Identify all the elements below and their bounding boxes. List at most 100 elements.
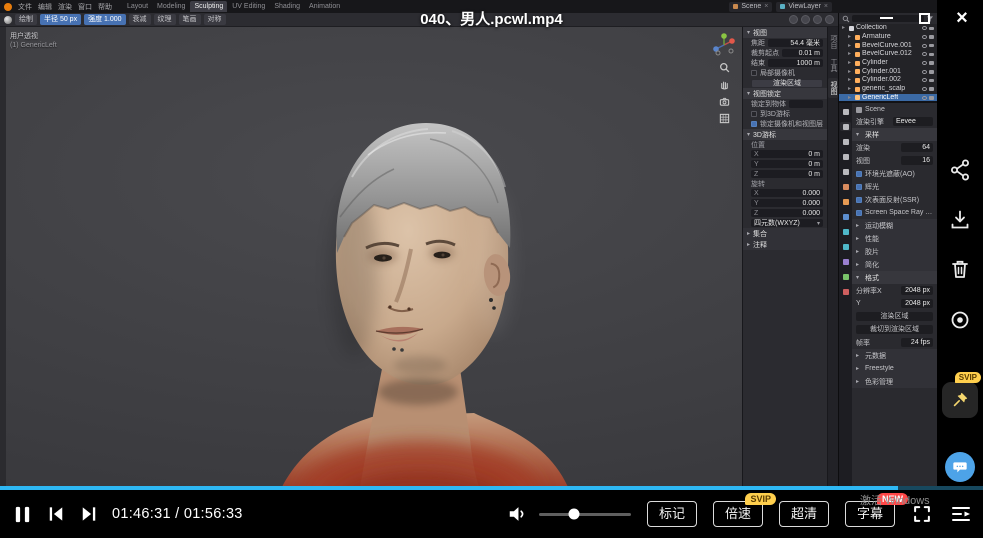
- axis-field-row[interactable]: Y0 m: [743, 159, 827, 169]
- field-value[interactable]: 0.01 m: [782, 49, 823, 57]
- rendered-shading-icon[interactable]: [825, 15, 834, 24]
- disclosure-icon[interactable]: [856, 352, 862, 359]
- axis-field[interactable]: Y0 m: [751, 160, 823, 168]
- property-row[interactable]: Y 2048 px: [852, 297, 937, 310]
- disclosure-icon[interactable]: [856, 261, 862, 268]
- camera-toggle-icon[interactable]: [929, 53, 934, 57]
- local-camera-checkbox[interactable]: [751, 70, 757, 76]
- axis-field[interactable]: X0.000: [751, 189, 823, 197]
- workspace-tab[interactable]: Sculpting: [190, 1, 227, 12]
- outliner-row[interactable]: ▸ Armature: [839, 33, 937, 42]
- property-row[interactable]: 性能: [852, 232, 937, 245]
- eye-icon[interactable]: [922, 96, 927, 100]
- axis-field[interactable]: Z0 m: [751, 170, 823, 178]
- tool-option-chip[interactable]: 纹理: [154, 14, 176, 25]
- eye-icon[interactable]: [922, 44, 927, 48]
- property-value[interactable]: 2048 px: [901, 299, 933, 308]
- axis-field-row[interactable]: Y0.000: [743, 198, 827, 208]
- collapsed-section[interactable]: ▸ 集合: [743, 228, 827, 239]
- workspace-tab[interactable]: UV Editing: [228, 1, 269, 12]
- previous-button[interactable]: [46, 504, 66, 524]
- axis-field-row[interactable]: Z0 m: [743, 169, 827, 179]
- pan-hand-icon[interactable]: [719, 79, 730, 90]
- expand-icon[interactable]: ▸: [848, 85, 853, 93]
- axis-field-row[interactable]: X0 m: [743, 149, 827, 159]
- npanel-viewlock-section[interactable]: ▾ 视图锁定: [743, 88, 827, 99]
- menu-item[interactable]: 帮助: [98, 2, 112, 12]
- tab-output-properties[interactable]: [840, 137, 851, 146]
- axis-field-row[interactable]: Z0.000: [743, 208, 827, 218]
- property-row[interactable]: 运动模糊: [852, 219, 937, 232]
- property-row[interactable]: 色彩管理: [852, 375, 937, 388]
- property-row[interactable]: 视图 16: [852, 154, 937, 167]
- property-row[interactable]: 元数据: [852, 349, 937, 362]
- download-icon[interactable]: [948, 208, 972, 232]
- expand-icon[interactable]: ▸: [848, 59, 853, 67]
- tab-scene[interactable]: [840, 167, 851, 176]
- property-row[interactable]: 环境光遮蔽(AO): [852, 167, 937, 180]
- expand-icon[interactable]: ▸: [842, 24, 847, 32]
- brush-radius-field[interactable]: 半径 50 px: [40, 14, 81, 25]
- disclosure-icon[interactable]: [856, 131, 862, 138]
- n-panel-tab[interactable]: 视图: [828, 78, 838, 98]
- camera-toggle-icon[interactable]: [929, 96, 934, 100]
- disclosure-icon[interactable]: [856, 378, 862, 385]
- axis-field[interactable]: Z0.000: [751, 209, 823, 217]
- tab-modifiers[interactable]: [840, 212, 851, 221]
- tool-option-chip[interactable]: 衰减: [129, 14, 151, 25]
- property-row[interactable]: 格式: [852, 271, 937, 284]
- menu-item[interactable]: 窗口: [78, 2, 92, 12]
- expand-icon[interactable]: ▸: [848, 76, 853, 84]
- disclosure-icon[interactable]: [856, 248, 862, 255]
- checkbox[interactable]: [856, 197, 862, 203]
- quality-button[interactable]: 超清: [779, 501, 829, 527]
- unlink-icon[interactable]: ×: [824, 3, 828, 10]
- camera-toggle-icon[interactable]: [929, 61, 934, 65]
- share-icon[interactable]: [948, 158, 972, 182]
- record-icon[interactable]: [948, 308, 972, 332]
- trash-icon[interactable]: [948, 257, 972, 281]
- disclosure-icon[interactable]: [856, 274, 862, 281]
- workspace-tab[interactable]: Animation: [305, 1, 344, 12]
- expand-icon[interactable]: ▸: [848, 94, 853, 101]
- tab-physics[interactable]: [840, 242, 851, 251]
- property-row[interactable]: 简化: [852, 258, 937, 271]
- checkbox[interactable]: [856, 171, 862, 177]
- disclosure-icon[interactable]: [856, 222, 862, 229]
- outliner-row[interactable]: ▸ generic_scalp: [839, 85, 937, 94]
- property-row[interactable]: 渲染区域: [852, 310, 937, 323]
- axis-field-row[interactable]: X0.000: [743, 188, 827, 198]
- tab-object[interactable]: [840, 197, 851, 206]
- engine-dropdown[interactable]: Eevee: [893, 117, 933, 126]
- camera-toggle-icon[interactable]: [929, 79, 934, 83]
- property-value[interactable]: 2048 px: [901, 286, 933, 295]
- axis-field[interactable]: X0 m: [751, 150, 823, 158]
- npanel-field-row[interactable]: 裁剪起点 0.01 m: [743, 48, 827, 58]
- camera-lock-checkbox[interactable]: [751, 121, 757, 127]
- eye-icon[interactable]: [922, 52, 927, 56]
- brush-icon[interactable]: [4, 16, 12, 24]
- property-row[interactable]: 胶片: [852, 245, 937, 258]
- next-button[interactable]: [79, 504, 99, 524]
- lock-object-row[interactable]: 锁定到物体: [743, 99, 827, 109]
- scene-selector[interactable]: Scene ×: [729, 2, 772, 12]
- property-value[interactable]: 16: [901, 156, 933, 165]
- tab-render-properties[interactable]: [840, 122, 851, 131]
- tab-view-layer[interactable]: [840, 152, 851, 161]
- search-icon[interactable]: [842, 15, 850, 23]
- expand-icon[interactable]: ▸: [848, 33, 853, 41]
- solid-shading-icon[interactable]: [801, 15, 810, 24]
- tool-option-chip[interactable]: 笔画: [179, 14, 201, 25]
- pause-button[interactable]: [12, 504, 33, 525]
- camera-toggle-icon[interactable]: [929, 35, 934, 39]
- close-button[interactable]: ×: [943, 5, 981, 31]
- property-row[interactable]: Freestyle: [852, 362, 937, 375]
- field-value[interactable]: 1000 m: [768, 59, 823, 67]
- npanel-field-row[interactable]: 结束 1000 m: [743, 58, 827, 68]
- wireframe-shading-icon[interactable]: [789, 15, 798, 24]
- collapsed-section[interactable]: ▸ 注释: [743, 239, 827, 250]
- camera-toggle-icon[interactable]: [929, 87, 934, 91]
- tab-constraints[interactable]: [840, 257, 851, 266]
- property-row[interactable]: Screen Space Ray Tracing 1.15 b: [852, 206, 937, 219]
- menu-item[interactable]: 文件: [18, 2, 32, 12]
